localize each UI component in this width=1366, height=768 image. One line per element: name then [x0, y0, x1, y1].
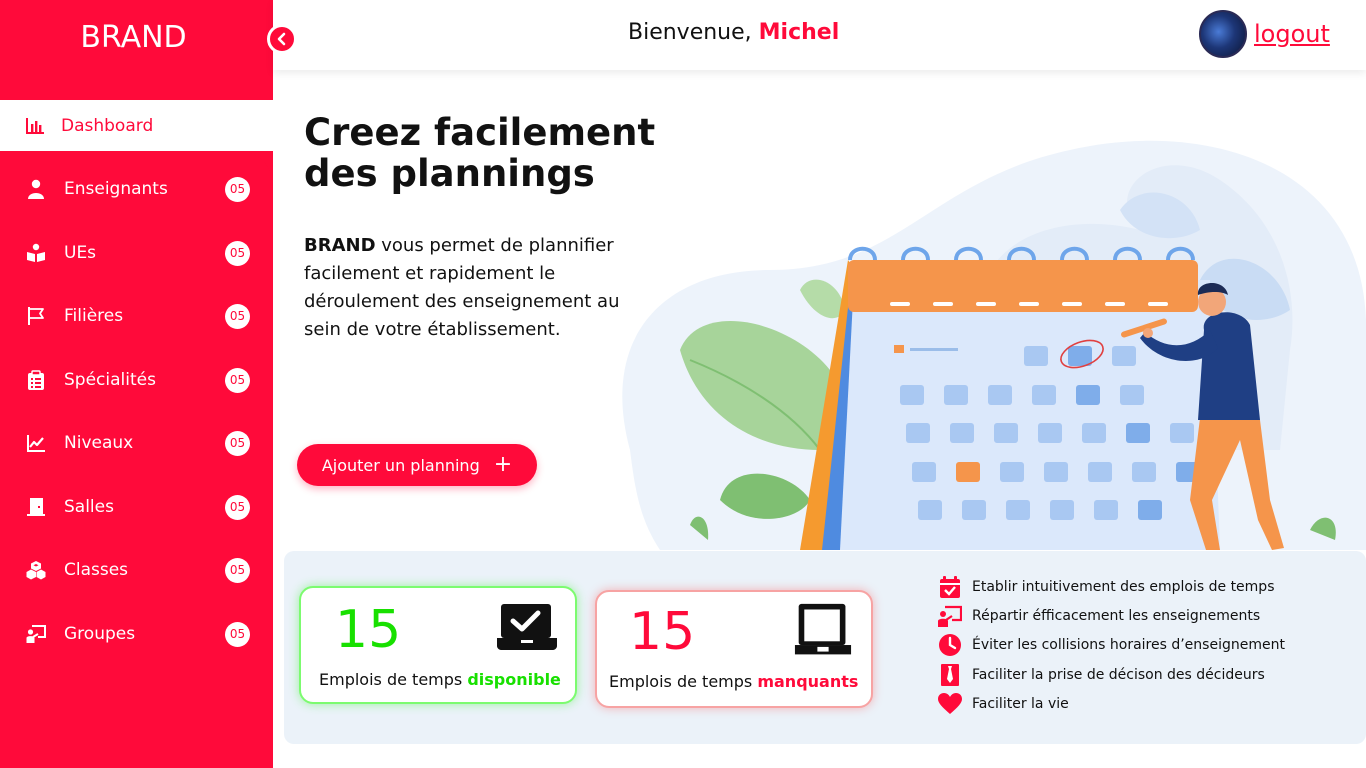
missing-schedules-card[interactable]: 15 Emplois de temps manquants	[595, 590, 873, 708]
sidebar-item-salles[interactable]: Salles 05	[0, 487, 273, 527]
count-badge: 05	[225, 240, 250, 266]
sidebar-item-enseignants[interactable]: Enseignants 05	[0, 169, 273, 209]
sidebar-item-niveaux[interactable]: Niveaux 05	[0, 423, 273, 463]
hero-brand: BRAND	[304, 235, 376, 256]
teacher-board-icon	[937, 603, 963, 629]
door-icon	[26, 497, 46, 517]
cubes-icon	[26, 560, 46, 580]
feature-text: Faciliter la vie	[972, 696, 1069, 712]
sidebar-item-label: Dashboard	[61, 115, 154, 136]
clipboard-icon	[26, 370, 46, 390]
count-badge: 05	[225, 176, 250, 202]
available-schedules-card[interactable]: 15 Emplois de temps disponible	[299, 586, 577, 704]
sidebar-item-classes[interactable]: Classes 05	[0, 550, 273, 590]
bar-chart-icon	[26, 117, 44, 134]
calendar-check-icon	[937, 574, 963, 600]
add-planning-label: Ajouter un planning	[321, 455, 480, 475]
clock-icon	[937, 632, 963, 658]
top-header: Bienvenue, Michel logout	[273, 0, 1366, 70]
tie-icon	[937, 662, 963, 688]
count-badge: 05	[225, 494, 250, 520]
hero-description: BRAND vous permet de plannifier facileme…	[304, 232, 644, 344]
flag-icon	[26, 306, 46, 326]
book-icon	[26, 243, 46, 263]
user-name: Michel	[758, 20, 840, 45]
feature-text: Répartir éfficacement les enseignements	[972, 608, 1261, 624]
sidebar-item-label: Spécialités	[64, 370, 156, 390]
list-item: Faciliter la prise de décison des décide…	[937, 662, 1265, 688]
presentation-icon	[26, 624, 46, 644]
sidebar-item-ues[interactable]: UEs 05	[0, 233, 273, 273]
available-caption-highlight: disponible	[467, 670, 561, 689]
calendar-icon	[800, 246, 1220, 550]
feature-text: Etablir intuitivement des emplois de tem…	[972, 579, 1275, 595]
missing-caption: Emplois de temps manquants	[609, 672, 858, 691]
feature-text: Faciliter la prise de décison des décide…	[972, 667, 1265, 683]
sidebar-item-dashboard[interactable]: Dashboard	[9, 100, 273, 151]
count-badge: 05	[225, 303, 250, 329]
available-caption: Emplois de temps disponible	[319, 670, 561, 689]
sidebar-item-label: Salles	[64, 497, 114, 517]
sidebar-item-label: Enseignants	[64, 179, 168, 199]
list-item: Faciliter la vie	[937, 691, 1069, 717]
sidebar-item-label: Filières	[64, 306, 124, 326]
sidebar-item-specialites[interactable]: Spécialités 05	[0, 360, 273, 400]
plus-icon: +	[493, 452, 513, 477]
logout-link[interactable]: logout	[1254, 20, 1330, 48]
sidebar-item-label: Classes	[64, 560, 129, 580]
count-badge: 05	[225, 430, 250, 456]
count-badge: 05	[225, 621, 250, 647]
sidebar-item-label: UEs	[64, 243, 97, 263]
heart-icon	[937, 691, 963, 717]
missing-count: 15	[629, 602, 696, 662]
count-badge: 05	[225, 557, 250, 583]
available-caption-prefix: Emplois de temps	[319, 670, 468, 689]
brand-logo: BRAND	[80, 20, 187, 55]
user-icon	[26, 179, 46, 199]
add-planning-button[interactable]: Ajouter un planning +	[297, 444, 537, 486]
list-item: Répartir éfficacement les enseignements	[937, 603, 1260, 629]
feature-text: Éviter les collisions horaires d’enseign…	[972, 637, 1285, 653]
welcome-prefix: Bienvenue,	[628, 20, 752, 45]
count-badge: 05	[225, 367, 250, 393]
sidebar-item-groupes[interactable]: Groupes 05	[0, 614, 273, 654]
collapse-sidebar-button[interactable]	[267, 24, 297, 54]
laptop-check-icon	[497, 604, 557, 650]
avatar[interactable]	[1199, 10, 1247, 58]
sidebar-item-label: Groupes	[64, 624, 136, 644]
available-count: 15	[335, 600, 402, 660]
trend-chart-icon	[26, 433, 46, 453]
welcome-message: Bienvenue, Michel	[628, 20, 839, 45]
sidebar-item-filieres[interactable]: Filières 05	[0, 296, 273, 336]
monitor-icon	[794, 603, 852, 655]
sidebar-item-label: Niveaux	[64, 433, 134, 453]
missing-caption-highlight: manquants	[757, 672, 859, 691]
list-item: Etablir intuitivement des emplois de tem…	[937, 574, 1274, 600]
list-item: Éviter les collisions horaires d’enseign…	[937, 632, 1285, 658]
missing-caption-prefix: Emplois de temps	[609, 672, 758, 691]
chevron-left-icon	[277, 32, 286, 46]
calendar-illustration	[622, 140, 1366, 550]
